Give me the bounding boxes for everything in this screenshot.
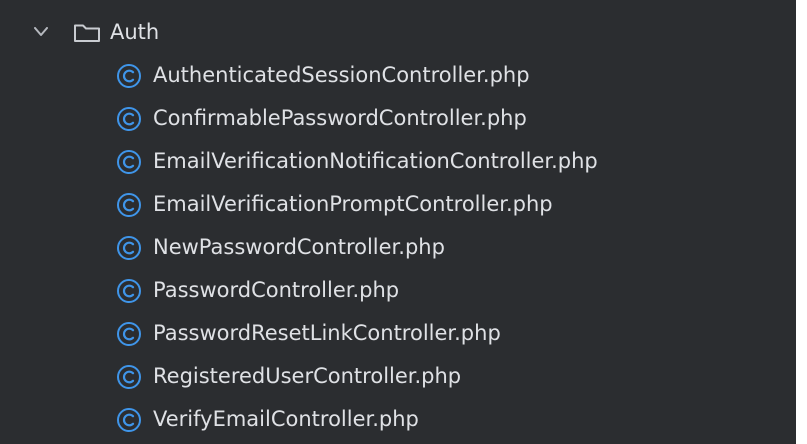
file-label: PasswordResetLinkController.php: [153, 321, 501, 345]
php-class-icon: [117, 150, 141, 174]
php-class-icon: [117, 322, 141, 346]
php-class-icon: [117, 408, 141, 432]
php-class-icon: [117, 64, 141, 88]
file-row[interactable]: PasswordController.php: [0, 269, 796, 312]
file-row[interactable]: EmailVerificationPromptController.php: [0, 183, 796, 226]
file-label: AuthenticatedSessionController.php: [153, 63, 530, 87]
file-row[interactable]: ConfirmablePasswordController.php: [0, 97, 796, 140]
file-row[interactable]: NewPasswordController.php: [0, 226, 796, 269]
file-row[interactable]: RegisteredUserController.php: [0, 355, 796, 398]
file-row[interactable]: VerifyEmailController.php: [0, 398, 796, 441]
file-label: PasswordController.php: [153, 278, 400, 302]
chevron-down-icon[interactable]: [34, 27, 48, 37]
file-row[interactable]: EmailVerificationNotificationController.…: [0, 140, 796, 183]
file-label: NewPasswordController.php: [153, 235, 445, 259]
file-row[interactable]: PasswordResetLinkController.php: [0, 312, 796, 355]
file-label: EmailVerificationPromptController.php: [153, 192, 553, 216]
php-class-icon: [117, 236, 141, 260]
folder-row-auth[interactable]: Auth: [0, 11, 796, 54]
file-label: RegisteredUserController.php: [153, 364, 462, 388]
php-class-icon: [117, 193, 141, 217]
folder-icon: [74, 24, 100, 42]
project-tree-panel: Auth AuthenticatedSessionController.php C…: [0, 0, 796, 444]
php-class-icon: [117, 365, 141, 389]
folder-label: Auth: [110, 20, 160, 44]
file-label: EmailVerificationNotificationController.…: [153, 149, 598, 173]
file-label: VerifyEmailController.php: [153, 407, 419, 431]
php-class-icon: [117, 107, 141, 131]
file-row[interactable]: AuthenticatedSessionController.php: [0, 54, 796, 97]
file-label: ConfirmablePasswordController.php: [153, 106, 527, 130]
php-class-icon: [117, 279, 141, 303]
